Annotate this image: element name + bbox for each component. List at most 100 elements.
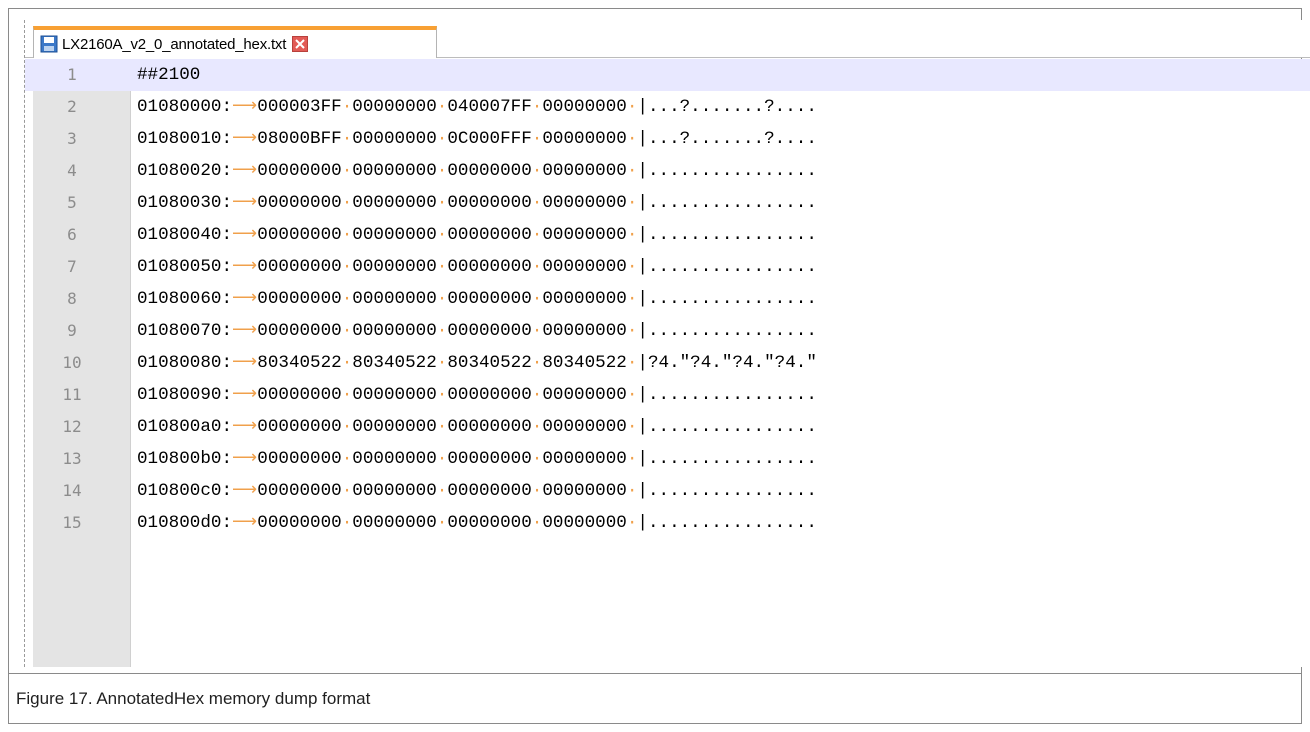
address: 010800c0: (137, 481, 233, 501)
space-marker: · (626, 97, 638, 117)
space-marker: · (341, 97, 353, 117)
address: 01080070: (137, 321, 233, 341)
space-marker: · (341, 417, 353, 437)
hex-word: 00000000 (542, 193, 627, 213)
editor-line[interactable]: 8 01080060:⟶00000000·00000000·00000000·00… (25, 283, 1310, 315)
editor-line[interactable]: 6 01080040:⟶00000000·00000000·00000000·00… (25, 219, 1310, 251)
space-marker: · (436, 321, 448, 341)
editor-line[interactable]: 15 010800d0:⟶00000000·00000000·00000000·0… (25, 507, 1310, 539)
ascii-column: |................ (637, 161, 817, 181)
editor-line[interactable]: 4 01080020:⟶00000000·00000000·00000000·00… (25, 155, 1310, 187)
address: 01080060: (137, 289, 233, 309)
hex-word: 00000000 (352, 513, 437, 533)
address: 01080000: (137, 97, 233, 117)
hex-word: 00000000 (257, 161, 342, 181)
line-number: 14 (62, 481, 82, 500)
space-marker: · (436, 129, 448, 149)
space-marker: · (341, 321, 353, 341)
line-number: 9 (67, 321, 77, 340)
tab-arrow-icon: ⟶ (232, 481, 258, 501)
editor-line[interactable]: 9 01080070:⟶00000000·00000000·00000000·00… (25, 315, 1310, 347)
hex-word: 00000000 (352, 481, 437, 501)
hex-word: 00000000 (542, 481, 627, 501)
hex-word: 00000000 (542, 513, 627, 533)
editor-line[interactable]: 10 01080080:⟶80340522·80340522·80340522·8… (25, 347, 1310, 379)
ascii-column: |................ (637, 225, 817, 245)
hex-word: 00000000 (542, 161, 627, 181)
tab-arrow-icon: ⟶ (232, 289, 258, 309)
hex-word: 00000000 (352, 417, 437, 437)
line-number: 4 (67, 161, 77, 180)
address: 01080040: (137, 225, 233, 245)
line-content: 01080060:⟶00000000·00000000·00000000·000… (137, 283, 817, 315)
editor-line[interactable]: 1 ##2100 (25, 59, 1310, 91)
address: 01080020: (137, 161, 233, 181)
line-content: 01080020:⟶00000000·00000000·00000000·000… (137, 155, 817, 187)
line-content: 01080050:⟶00000000·00000000·00000000·000… (137, 251, 817, 283)
hex-word: 00000000 (257, 225, 342, 245)
ascii-column: |................ (637, 417, 817, 437)
space-marker: · (341, 385, 353, 405)
space-marker: · (341, 353, 353, 373)
line-content: 01080030:⟶00000000·00000000·00000000·000… (137, 187, 817, 219)
line-number: 3 (67, 129, 77, 148)
ascii-column: |...?.......?.... (637, 129, 817, 149)
ascii-column: |................ (637, 289, 817, 309)
line-content: 010800b0:⟶00000000·00000000·00000000·000… (137, 443, 817, 475)
tab-arrow-icon: ⟶ (232, 97, 258, 117)
line-content: ##2100 (137, 59, 200, 91)
hex-word: 00000000 (352, 321, 437, 341)
hex-word: 00000000 (447, 225, 532, 245)
line-content: 010800d0:⟶00000000·00000000·00000000·000… (137, 507, 817, 539)
editor-line[interactable]: 13 010800b0:⟶00000000·00000000·00000000·0… (25, 443, 1310, 475)
space-marker: · (436, 257, 448, 277)
space-marker: · (531, 97, 543, 117)
line-number: 8 (67, 289, 77, 308)
hex-word: 00000000 (257, 417, 342, 437)
line-number: 12 (62, 417, 82, 436)
file-tab[interactable]: LX2160A_v2_0_annotated_hex.txt (33, 26, 437, 58)
address: 010800d0: (137, 513, 233, 533)
space-marker: · (436, 449, 448, 469)
line-number: 7 (67, 257, 77, 276)
space-marker: · (436, 417, 448, 437)
editor-line[interactable]: 5 01080030:⟶00000000·00000000·00000000·00… (25, 187, 1310, 219)
text-editor[interactable]: 1 ##2100 2 01080000:⟶000003FF·00000000·0400… (25, 59, 1310, 667)
tab-filename: LX2160A_v2_0_annotated_hex.txt (62, 35, 287, 53)
hex-word: 00000000 (352, 97, 437, 117)
space-marker: · (341, 449, 353, 469)
editor-line[interactable]: 2 01080000:⟶000003FF·00000000·040007FF·00… (25, 91, 1310, 123)
hex-word: 00000000 (352, 449, 437, 469)
hex-word: 80340522 (352, 353, 437, 373)
space-marker: · (436, 481, 448, 501)
address: 01080010: (137, 129, 233, 149)
space-marker: · (531, 513, 543, 533)
hex-word: 00000000 (352, 193, 437, 213)
editor-line[interactable]: 3 01080010:⟶08000BFF·00000000·0C000FFF·00… (25, 123, 1310, 155)
hex-word: 80340522 (257, 353, 342, 373)
editor-line[interactable]: 12 010800a0:⟶00000000·00000000·00000000·0… (25, 411, 1310, 443)
hex-word: 00000000 (542, 97, 627, 117)
hex-word: 00000000 (447, 161, 532, 181)
tab-arrow-icon: ⟶ (232, 385, 258, 405)
tab-arrow-icon: ⟶ (232, 225, 258, 245)
hex-word: 00000000 (352, 257, 437, 277)
space-marker: · (341, 257, 353, 277)
space-marker: · (531, 417, 543, 437)
space-marker: · (436, 385, 448, 405)
editor-line[interactable]: 11 01080090:⟶00000000·00000000·00000000·0… (25, 379, 1310, 411)
close-icon[interactable] (292, 36, 309, 52)
hex-word: 00000000 (542, 385, 627, 405)
hex-word: 08000BFF (257, 129, 342, 149)
space-marker: · (531, 449, 543, 469)
editor-line[interactable]: 7 01080050:⟶00000000·00000000·00000000·00… (25, 251, 1310, 283)
hex-word: 00000000 (447, 513, 532, 533)
space-marker: · (531, 289, 543, 309)
ascii-column: |?4."?4."?4."?4." (637, 353, 817, 373)
editor-line[interactable]: 14 010800c0:⟶00000000·00000000·00000000·0… (25, 475, 1310, 507)
hex-word: 00000000 (352, 225, 437, 245)
hex-word: 00000000 (542, 289, 627, 309)
space-marker: · (626, 193, 638, 213)
hex-word: 00000000 (257, 321, 342, 341)
line-number: 5 (67, 193, 77, 212)
